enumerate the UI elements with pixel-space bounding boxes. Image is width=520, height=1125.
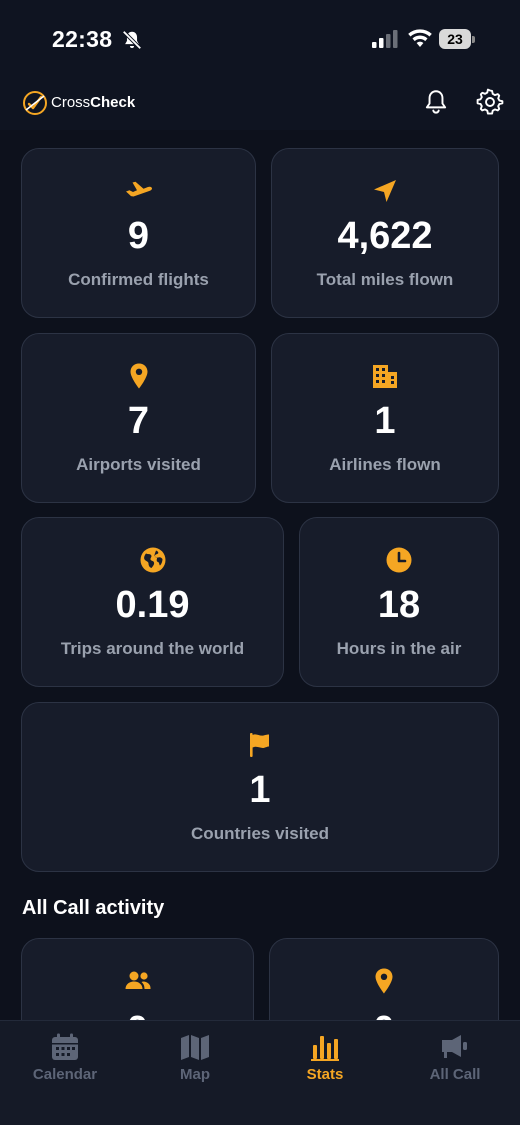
app-header: CrossCheck xyxy=(0,78,520,130)
stat-card-airports[interactable]: 7 Airports visited xyxy=(21,333,256,503)
wifi-icon xyxy=(408,29,432,47)
brand-name: CrossCheck xyxy=(51,94,135,111)
location-arrow-icon xyxy=(374,180,396,202)
crosscheck-logo-icon xyxy=(23,91,47,115)
nav-label-calendar: Calendar xyxy=(32,1066,98,1083)
airports-label: Airports visited xyxy=(76,455,201,474)
stat-card-confirmed-flights[interactable]: 9 Confirmed flights xyxy=(21,148,256,318)
notifications-bell-icon[interactable] xyxy=(423,88,449,116)
nav-item-stats[interactable]: Stats xyxy=(260,1021,390,1125)
stat-card-total-miles[interactable]: 4,622 Total miles flown xyxy=(271,148,499,318)
confirmed-flights-value: 9 xyxy=(127,215,150,257)
users-icon xyxy=(125,971,150,989)
confirmed-flights-label: Confirmed flights xyxy=(68,270,209,289)
battery-icon: 23 xyxy=(439,29,475,49)
map-pin-icon xyxy=(375,968,393,994)
building-icon xyxy=(373,365,397,388)
globe-icon xyxy=(140,547,165,573)
megaphone-icon xyxy=(442,1035,467,1058)
airplane-icon xyxy=(125,181,152,197)
stat-card-trips-world[interactable]: 0.19 Trips around the world xyxy=(21,517,284,687)
calendar-icon xyxy=(52,1033,78,1060)
airlines-value: 1 xyxy=(374,400,396,442)
nav-item-calendar[interactable]: Calendar xyxy=(0,1021,130,1125)
nav-label-map: Map xyxy=(180,1066,210,1083)
signal-icon xyxy=(372,30,398,48)
trips-world-label: Trips around the world xyxy=(60,639,245,658)
status-bar: 22:38 23 xyxy=(0,0,520,78)
airports-value: 7 xyxy=(127,400,150,442)
bell-slash-icon xyxy=(122,30,142,50)
brand-part-1: Cross xyxy=(51,94,91,111)
nav-label-all-call: All Call xyxy=(429,1066,481,1083)
all-call-activity-title: All Call activity xyxy=(22,897,165,919)
hours-air-value: 18 xyxy=(377,584,421,626)
countries-label: Countries visited xyxy=(191,824,329,843)
stat-card-countries[interactable]: 1 Countries visited xyxy=(21,702,499,872)
bottom-nav: Calendar Map Stats All Call xyxy=(0,1020,520,1125)
stats-screen: 22:38 23 CrossCheck 9 Confirmed flights … xyxy=(0,0,520,1125)
hours-air-label: Hours in the air xyxy=(336,639,462,658)
clock-icon xyxy=(386,547,412,573)
airlines-label: Airlines flown xyxy=(329,455,441,474)
settings-gear-icon[interactable] xyxy=(476,88,504,116)
nav-label-stats: Stats xyxy=(306,1066,344,1083)
status-time: 22:38 xyxy=(52,26,113,52)
total-miles-label: Total miles flown xyxy=(316,270,454,289)
flag-icon xyxy=(250,733,269,757)
countries-value: 1 xyxy=(249,769,271,811)
bar-chart-icon xyxy=(311,1036,339,1061)
map-pin-icon xyxy=(130,363,147,389)
total-miles-value: 4,622 xyxy=(337,215,433,257)
nav-item-map[interactable]: Map xyxy=(130,1021,260,1125)
brand-part-2: Check xyxy=(90,94,136,111)
trips-world-value: 0.19 xyxy=(115,584,190,626)
battery-cap xyxy=(472,36,475,43)
stat-card-airlines[interactable]: 1 Airlines flown xyxy=(271,333,499,503)
map-icon xyxy=(181,1035,209,1060)
nav-item-all-call[interactable]: All Call xyxy=(390,1021,520,1125)
stat-card-hours-air[interactable]: 18 Hours in the air xyxy=(299,517,499,687)
battery-level: 23 xyxy=(439,29,471,49)
